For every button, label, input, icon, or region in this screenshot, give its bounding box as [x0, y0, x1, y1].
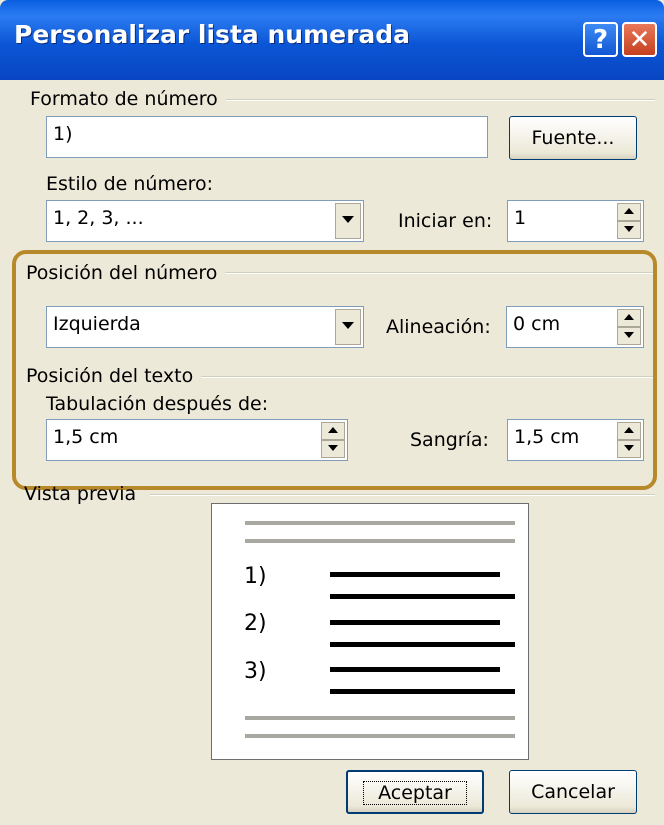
preview-number: 2): [244, 611, 267, 636]
spin-up-icon[interactable]: [617, 203, 641, 221]
number-format-group-label: Formato de número: [30, 88, 226, 110]
number-format-group: Formato de número: [0, 80, 664, 120]
start-at-label: Iniciar en:: [398, 210, 493, 232]
highlight-frame: [12, 250, 657, 490]
preview-text-line: [330, 642, 515, 647]
number-format-input[interactable]: 1): [46, 116, 488, 158]
preview-gray-line: [245, 734, 515, 738]
help-button[interactable]: ?: [583, 22, 618, 57]
spin-down-icon[interactable]: [617, 221, 641, 239]
chevron-down-icon[interactable]: [335, 203, 361, 239]
preview-text-line: [330, 620, 500, 625]
preview-text-line: [330, 689, 515, 694]
start-at-value: 1: [514, 207, 527, 229]
ok-button[interactable]: Aceptar: [346, 770, 484, 814]
preview-number: 3): [244, 659, 267, 684]
preview-gray-line: [245, 539, 515, 543]
group-divider: [150, 494, 655, 496]
close-button[interactable]: ✕: [622, 22, 657, 57]
start-at-spin-buttons[interactable]: [617, 203, 641, 239]
start-at-spinner[interactable]: 1: [507, 200, 644, 242]
preview-gray-line: [245, 521, 515, 525]
preview-box: 1) 2) 3): [211, 503, 529, 760]
number-style-value: 1, 2, 3, ...: [53, 207, 144, 229]
font-button[interactable]: Fuente...: [509, 116, 637, 160]
preview-group-label: Vista previa: [24, 483, 137, 505]
dialog-title: Personalizar lista numerada: [14, 20, 411, 49]
cancel-button[interactable]: Cancelar: [509, 770, 637, 814]
title-bar: Personalizar lista numerada ? ✕: [0, 0, 664, 80]
preview-text-line: [330, 572, 500, 577]
preview-number: 1): [244, 564, 267, 589]
number-style-dropdown[interactable]: 1, 2, 3, ...: [46, 200, 364, 242]
dialog-body: Formato de número 1) Fuente... Estilo de…: [0, 80, 664, 825]
preview-gray-line: [245, 716, 515, 720]
number-format-value: 1): [53, 123, 73, 145]
preview-text-line: [330, 594, 515, 599]
number-style-label: Estilo de número:: [46, 173, 214, 195]
preview-text-line: [330, 667, 500, 672]
